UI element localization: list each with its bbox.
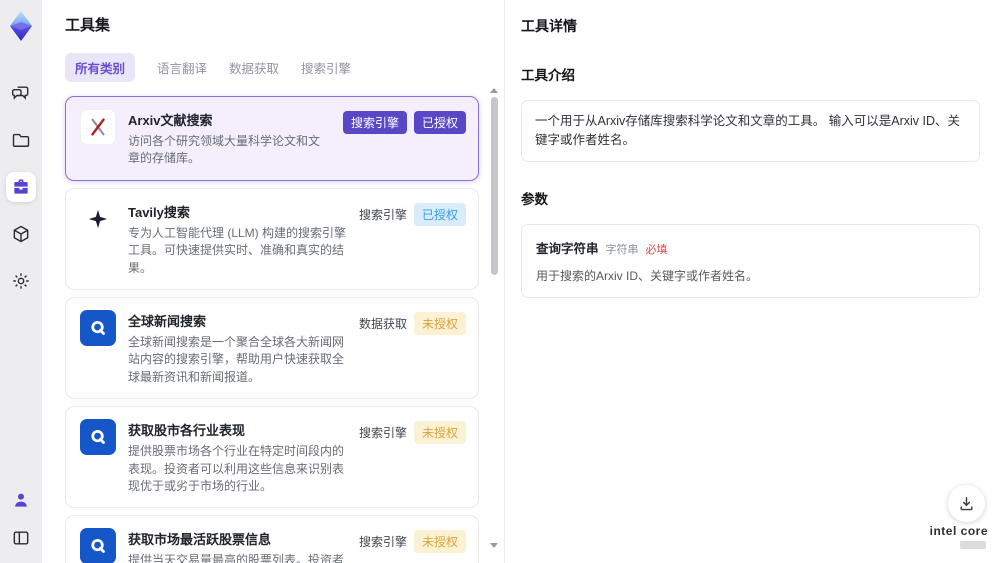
scroll-down-arrow-icon[interactable] xyxy=(490,543,498,548)
tool-name: 获取股市各行业表现 xyxy=(128,423,246,439)
download-icon xyxy=(960,497,973,511)
tool-description: 全球新闻搜索是一个聚合全球各大新闻网站内容的搜索引擎，帮助用户快速获取全球最新资… xyxy=(128,334,345,384)
download-button[interactable] xyxy=(948,485,985,522)
tavily-star-icon xyxy=(80,200,116,237)
param-required-flag: 必填 xyxy=(645,243,668,256)
tool-name: Arxiv文献搜索 xyxy=(128,113,213,128)
param-type: 字符串 xyxy=(605,243,639,256)
intel-core-label: intel core xyxy=(929,524,988,538)
folder-icon[interactable] xyxy=(6,125,36,155)
tool-description: 提供当天交易量最高的股票列表。投资者可以利用这些信息来识别流动性强的股票和潜在的… xyxy=(128,553,345,563)
list-scrollbar[interactable] xyxy=(490,88,498,556)
tool-description: 访问各个研究领域大量科学论文和文章的存储库。 xyxy=(128,134,321,166)
status-badge: 未授权 xyxy=(413,421,466,445)
tool-card-stock-sectors[interactable]: 获取股市各行业表现 提供股票市场各个行业在特定时间段内的表现。投资者可以利用这些… xyxy=(65,406,479,509)
tab-search-engine[interactable]: 搜索引擎 xyxy=(301,53,351,82)
tool-description: 专为人工智能代理 (LLM) 构建的搜索引擎工具。可快速提供实时、准确和真实的结… xyxy=(128,225,347,275)
tool-details-panel: 工具详情 工具介绍 一个用于从Arxiv存储库搜索科学论文和文章的工具。 输入可… xyxy=(505,0,1000,563)
stock-sector-logo-icon xyxy=(80,419,116,456)
rail-icon-group xyxy=(6,78,36,296)
category-label: 搜索引擎 xyxy=(358,426,407,441)
tools-list-panel: 工具集 所有类别 语言翻译 数据获取 搜索引擎 Arxiv文献搜索 访问各个研究… xyxy=(42,0,505,563)
app-logo-diamond-icon[interactable] xyxy=(3,8,39,44)
app-window: 工具集 所有类别 语言翻译 数据获取 搜索引擎 Arxiv文献搜索 访问各个研究… xyxy=(0,0,1000,563)
active-stocks-logo-icon xyxy=(80,528,116,563)
global-news-logo-icon xyxy=(80,309,116,346)
intel-core-logo: intel core xyxy=(930,524,988,549)
param-name: 查询字符串 xyxy=(536,241,599,256)
details-panel-title: 工具详情 xyxy=(521,18,577,34)
tab-language-translation[interactable]: 语言翻译 xyxy=(157,53,207,82)
cube-icon[interactable] xyxy=(6,219,36,249)
intro-section-title: 工具介绍 xyxy=(521,68,575,83)
tool-card-global-news[interactable]: 全球新闻搜索 全球新闻搜索是一个聚合全球各大新闻网站内容的搜索引擎，帮助用户快速… xyxy=(65,296,479,400)
tool-card-arxiv[interactable]: Arxiv文献搜索 访问各个研究领域大量科学论文和文章的存储库。 搜索引擎 已授… xyxy=(65,96,479,181)
scroll-up-arrow-icon[interactable] xyxy=(490,88,498,93)
tab-data-acquisition[interactable]: 数据获取 xyxy=(229,53,279,82)
tool-list: Arxiv文献搜索 访问各个研究领域大量科学论文和文章的存储库。 搜索引擎 已授… xyxy=(65,96,479,563)
status-badge: 未授权 xyxy=(413,530,466,554)
scrollbar-thumb[interactable] xyxy=(490,97,498,275)
tool-name: Tavily搜索 xyxy=(128,204,190,220)
rail-bottom-group xyxy=(6,485,36,553)
parameter-card: 查询字符串 字符串 必填 用于搜索的Arxiv ID、关键字或作者姓名。 xyxy=(521,223,980,298)
category-tabs: 所有类别 语言翻译 数据获取 搜索引擎 xyxy=(65,53,504,82)
category-label: 搜索引擎 xyxy=(358,207,407,222)
category-label: 数据获取 xyxy=(358,316,407,331)
gear-icon[interactable] xyxy=(6,266,36,296)
user-icon[interactable] xyxy=(6,485,36,515)
param-description: 用于搜索的Arxiv ID、关键字或作者姓名。 xyxy=(536,268,759,283)
left-rail xyxy=(0,0,42,563)
chat-icon[interactable] xyxy=(6,78,36,108)
category-badge: 搜索引擎 xyxy=(342,111,407,134)
tab-all-categories[interactable]: 所有类别 xyxy=(65,53,136,82)
tool-card-active-stocks[interactable]: 获取市场最活跃股票信息 提供当天交易量最高的股票列表。投资者可以利用这些信息来识… xyxy=(65,515,479,563)
tool-card-tavily[interactable]: Tavily搜索 专为人工智能代理 (LLM) 构建的搜索引擎工具。可快速提供实… xyxy=(65,187,479,290)
tool-name: 全球新闻搜索 xyxy=(128,313,207,329)
tool-description: 提供股票市场各个行业在特定时间段内的表现。投资者可以利用这些信息来识别表现优于或… xyxy=(128,444,345,493)
status-badge: 已授权 xyxy=(413,202,466,226)
status-badge: 未授权 xyxy=(413,311,466,335)
toolbox-briefcase-icon[interactable] xyxy=(6,172,36,202)
arxiv-logo-icon xyxy=(80,109,116,145)
status-badge: 已授权 xyxy=(413,111,466,134)
params-section-title: 参数 xyxy=(521,191,548,207)
intel-badge xyxy=(960,541,986,549)
panel-collapse-icon[interactable] xyxy=(6,523,36,553)
tool-intro-text: 一个用于从Arxiv存储库搜索科学论文和文章的工具。 输入可以是Arxiv ID… xyxy=(521,100,980,162)
tools-panel-title: 工具集 xyxy=(65,17,111,34)
category-label: 搜索引擎 xyxy=(358,535,407,550)
tool-name: 获取市场最活跃股票信息 xyxy=(128,532,272,548)
